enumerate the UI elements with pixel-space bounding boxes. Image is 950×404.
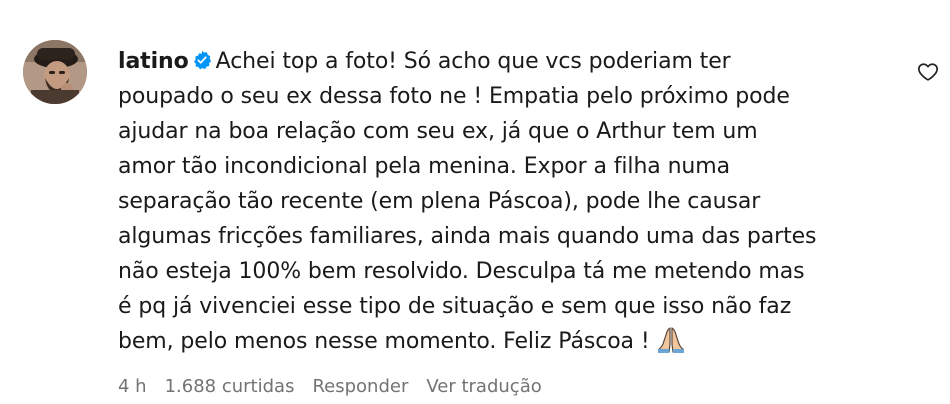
comment-line: algumas fricções familiares, ainda mais …: [118, 224, 817, 249]
likes-count[interactable]: 1.688 curtidas: [165, 376, 295, 397]
comment-line-text: Achei top a foto! Só acho que vcs poderi…: [215, 49, 731, 74]
comment-line-text: bem, pelo menos nesse momento. Feliz Pás…: [118, 329, 650, 354]
comment-line: é pq já vivenciei esse tipo de situação …: [118, 294, 792, 319]
praying-hands-emoji: [656, 324, 686, 354]
username[interactable]: latino: [118, 49, 189, 74]
comment-line: poupado o seu ex dessa foto ne ! Empatia…: [118, 84, 790, 109]
comment-line: latino Achei top a foto! Só acho que vcs …: [118, 44, 908, 79]
comment-text: latino Achei top a foto! Só acho que vcs …: [118, 44, 908, 359]
reply-button[interactable]: Responder: [312, 376, 408, 397]
avatar[interactable]: [23, 40, 87, 104]
see-translation-button[interactable]: Ver tradução: [426, 376, 541, 397]
comment-line: bem, pelo menos nesse momento. Feliz Pás…: [118, 324, 908, 359]
avatar-image: [23, 40, 87, 104]
comment-line: ajudar na boa relação com seu ex, já que…: [118, 119, 758, 144]
comment-meta: 4 h 1.688 curtidas Responder Ver tradução: [118, 376, 560, 397]
comment-time[interactable]: 4 h: [118, 376, 147, 397]
comment-body: latino Achei top a foto! Só acho que vcs …: [118, 44, 908, 359]
heart-outline-icon[interactable]: [917, 61, 939, 83]
verified-badge-icon: [192, 50, 212, 70]
comment: latino Achei top a foto! Só acho que vcs …: [0, 0, 950, 404]
comment-line: separação tão recente (em plena Páscoa),…: [118, 189, 761, 214]
comment-line: não esteja 100% bem resolvido. Desculpa …: [118, 259, 805, 284]
comment-line: amor tão incondicional pela menina. Expo…: [118, 154, 730, 179]
